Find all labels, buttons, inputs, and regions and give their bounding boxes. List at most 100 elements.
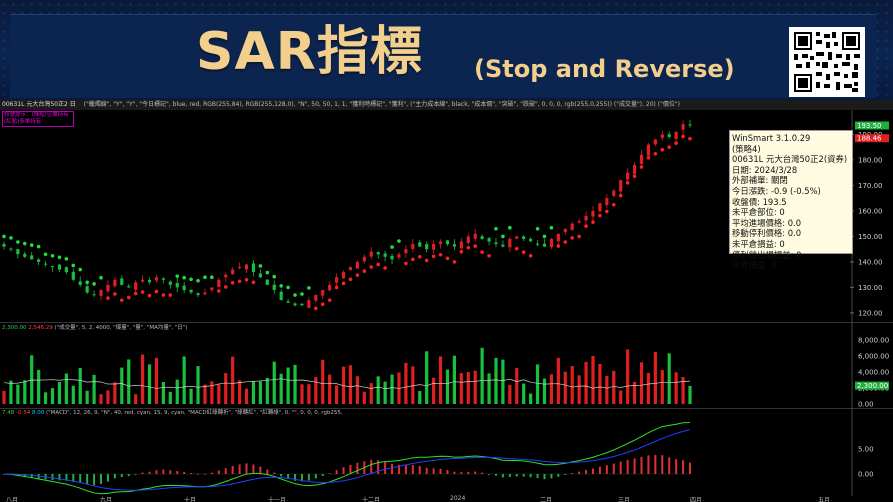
sar-dot — [314, 306, 318, 311]
info-line: 今日漲跌: -0.9 (-0.5%) — [732, 185, 821, 196]
chart-toolbar[interactable]: 00631L 元大台灣50正2 日 ("蠟燭線", "Y", "Y", "今日標… — [0, 100, 893, 110]
sar-dot — [417, 255, 422, 259]
macd-histogram-bar — [564, 474, 567, 476]
macd-histogram-bar — [425, 467, 428, 474]
sar-dot — [2, 234, 6, 239]
macd-histogram-bar — [321, 474, 324, 476]
volume-bar — [189, 388, 193, 404]
volume-bar — [556, 357, 560, 404]
macd-histogram-bar — [266, 469, 269, 474]
chart-window[interactable]: 00631L 元大台灣50正2 日 ("蠟燭線", "Y", "Y", "今日標… — [0, 100, 893, 502]
candle-body — [425, 244, 429, 250]
volume-bar — [244, 388, 249, 404]
volume-bar — [494, 357, 498, 404]
sar-dot — [355, 273, 360, 277]
sar-dot — [133, 291, 138, 296]
volume-bar — [487, 373, 491, 404]
macd-histogram-bar — [411, 464, 414, 474]
candle-body — [134, 282, 138, 290]
volume-pane[interactable]: 8,000.006,000.004,000.002,000.000.002,30… — [0, 322, 893, 408]
volume-bar — [113, 382, 117, 404]
last-price-badge-text: 193.50 — [857, 122, 882, 130]
candle-body — [688, 124, 692, 126]
date-axis-label: 八月 — [6, 497, 19, 502]
volume-bar — [362, 391, 366, 404]
volume-bar — [168, 391, 172, 404]
sar-dot — [667, 145, 672, 149]
sar-dot — [251, 280, 256, 285]
volume-bar — [639, 362, 644, 404]
macd-params: ("MACD", 12, 26, 9, "N", 40, red, cyan, … — [45, 410, 343, 416]
macd-histogram-bar — [93, 474, 96, 486]
volume-bar — [92, 374, 96, 404]
candle-body — [307, 300, 311, 308]
candle-body — [140, 279, 145, 282]
sar-dot — [71, 263, 76, 268]
volume-bar — [501, 359, 505, 404]
macd-histogram-bar — [404, 465, 407, 474]
price-tick-label: 120.00 — [858, 309, 883, 317]
macd-histogram-bar — [481, 472, 484, 474]
macd-histogram-bar — [536, 474, 539, 479]
candle-body — [189, 289, 193, 293]
volume-bar — [425, 351, 429, 404]
sar-dot — [501, 234, 505, 239]
banner: SAR指標 (Stop and Reverse) — [0, 0, 893, 100]
candle-body — [612, 190, 616, 196]
sar-dot — [126, 295, 131, 300]
candle-body — [85, 286, 89, 293]
macd-pane[interactable]: 5.00 0.00 — [0, 408, 893, 496]
volume-bar — [515, 368, 519, 404]
price-tick-label: 170.00 — [858, 182, 883, 190]
volume-bar — [57, 382, 62, 404]
candle-body — [383, 253, 387, 257]
candle-body — [501, 244, 505, 247]
volume-bar — [265, 377, 269, 404]
candle-body — [203, 292, 207, 295]
sar-dot — [334, 285, 339, 290]
macd-histogram-bar — [571, 473, 574, 474]
volume-bar — [120, 367, 124, 404]
sar-dot — [230, 281, 235, 285]
date-axis: 八月 九月 十月 十一月 十二月 2024 二月 三月 四月 五月 — [0, 495, 893, 502]
sar-dot — [514, 246, 519, 251]
sar-dot — [632, 174, 637, 179]
macd-histogram-bar — [197, 473, 200, 475]
macd-histogram-bar — [640, 456, 643, 474]
sar-dot — [528, 253, 533, 258]
candle-body — [168, 281, 172, 285]
volume-bar — [314, 377, 318, 404]
sar-dot — [348, 277, 353, 282]
candle-body — [147, 280, 152, 283]
candle-body — [487, 238, 491, 242]
macd-histogram-bar — [578, 471, 581, 474]
volume-ma-value: 2,546.29 — [28, 325, 53, 331]
volume-bar — [508, 384, 512, 404]
macd-histogram-bar — [169, 470, 172, 474]
candle-body — [328, 284, 332, 291]
sar-dot — [681, 134, 685, 139]
candle-body — [37, 259, 41, 262]
sar-dot — [78, 267, 83, 272]
info-line: 未平倉損益: 0 — [732, 238, 785, 249]
sar-dot — [203, 275, 207, 279]
macd-pane-bg — [0, 408, 893, 496]
info-line: 00631L 元大台灣50正2(資券) — [732, 154, 848, 165]
macd-histogram-bar — [148, 471, 151, 474]
macd-histogram-bar — [522, 474, 525, 477]
macd-histogram-bar — [217, 470, 220, 474]
volume-bar — [64, 373, 68, 404]
volume-bar — [328, 374, 332, 404]
candle-body — [397, 254, 401, 258]
macd-histogram-bar — [418, 466, 421, 474]
sar-dot — [147, 293, 152, 298]
sar-dot — [22, 241, 27, 246]
sar-dot — [113, 292, 117, 296]
macd-histogram-bar — [633, 458, 636, 474]
volume-bar — [175, 379, 179, 404]
candle-body — [92, 294, 96, 296]
macd-pane-header: 7.48 -0.54 8.00 ("MACD", 12, 26, 9, "N",… — [2, 409, 343, 417]
candle-body — [438, 241, 443, 245]
candle-body — [106, 284, 110, 292]
macd-histogram-bar — [86, 474, 89, 485]
